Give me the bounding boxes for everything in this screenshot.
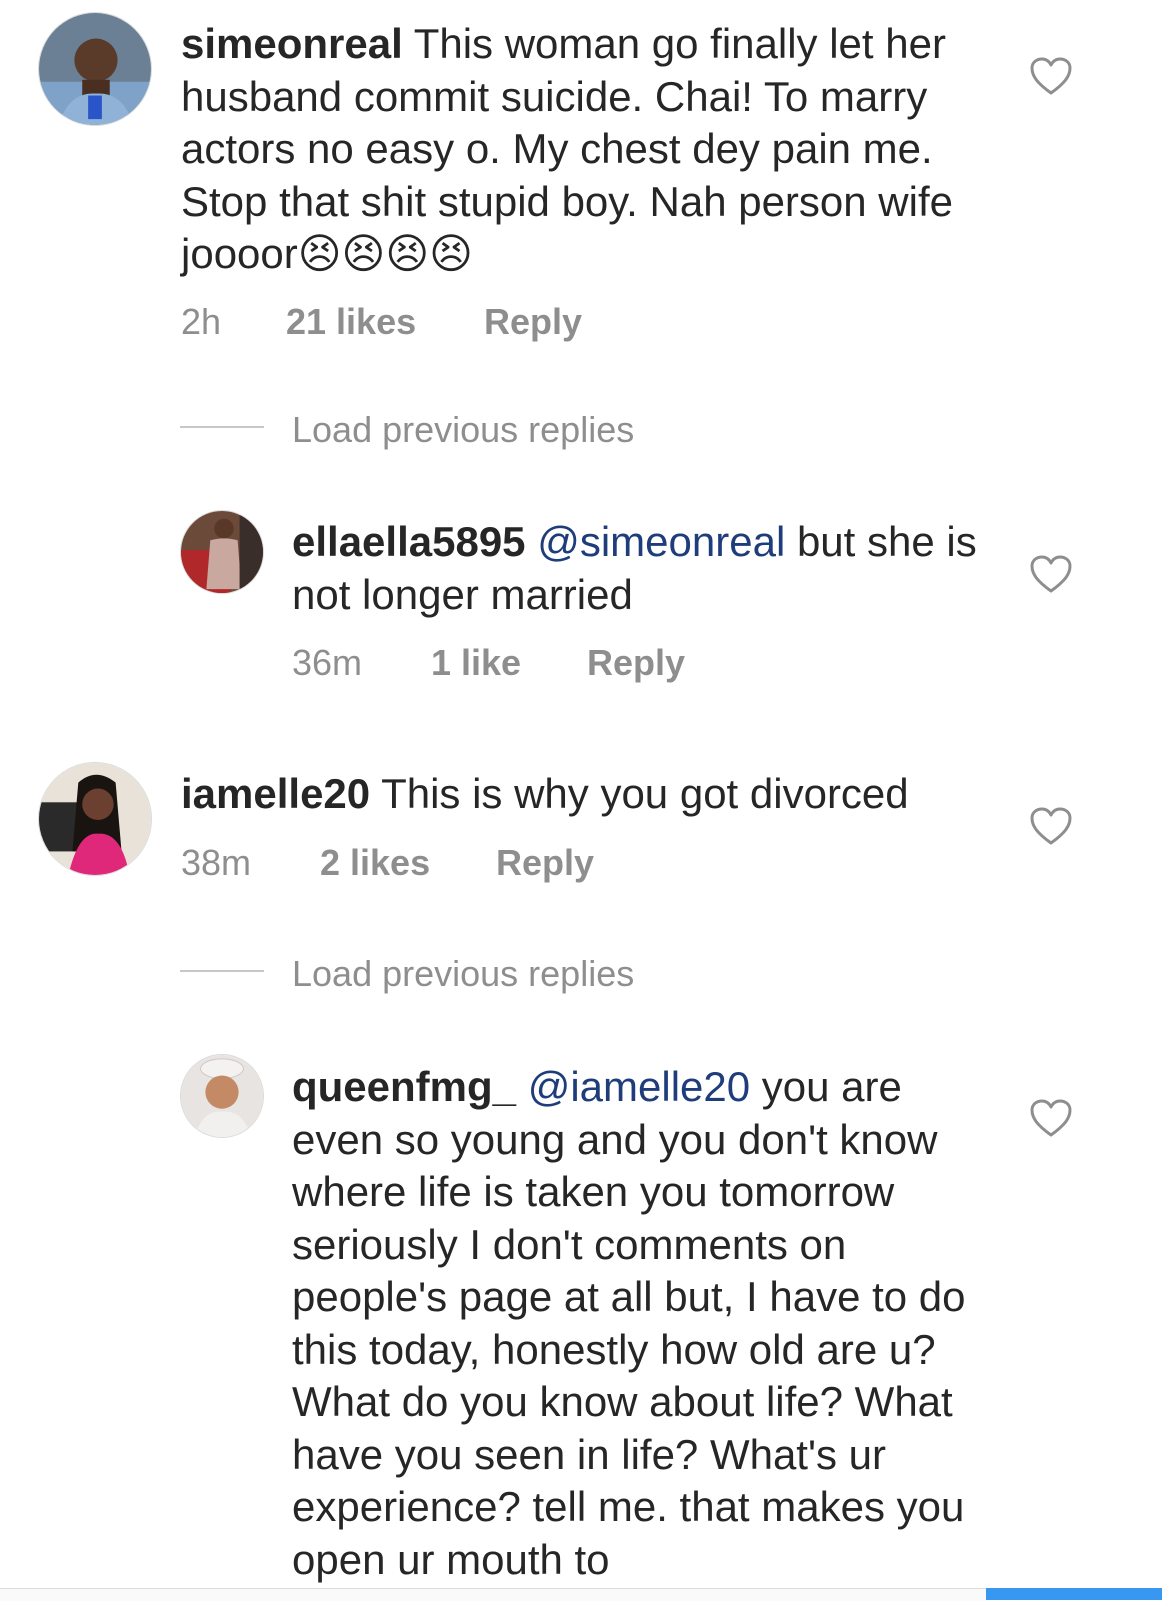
heart-outline-icon[interactable] [1029,554,1073,594]
divider [180,426,264,428]
comment-mention[interactable]: @simeonreal [537,518,785,565]
comment-time: 38m [181,842,252,883]
load-previous-replies[interactable]: Load previous replies [180,410,780,450]
heart-outline-icon[interactable] [1029,806,1073,846]
comments-list: simeonreal This woman go finally let her… [0,0,1162,1588]
heart-outline-icon[interactable] [1029,1098,1073,1138]
comment-username[interactable]: iamelle20 [181,770,370,817]
comment-meta: 38m 2 likes Reply [181,843,781,883]
avatar-queenfmg[interactable] [180,1054,264,1138]
comment-meta: 2h 21 likes Reply [181,302,781,342]
comment-username[interactable]: simeonreal [181,20,403,67]
avatar-iamelle20[interactable] [38,762,152,876]
comment-likes[interactable]: 2 likes [320,843,430,883]
comment-username[interactable]: ellaella5895 [292,518,526,565]
comment-text: you are even so young and you don't know… [292,1063,966,1583]
comment-mention[interactable]: @iamelle20 [528,1063,750,1110]
comment-likes[interactable]: 1 like [431,643,521,683]
comment-meta: 36m 1 like Reply [292,643,892,683]
comment-username[interactable]: queenfmg_ [292,1063,516,1110]
load-previous-replies[interactable]: Load previous replies [180,954,780,994]
comment-time: 2h [181,301,222,342]
comment-text: This is why you got divorced [381,770,909,817]
reply-button[interactable]: Reply [587,643,685,683]
comment-body: iamelle20 This is why you got divorced [181,768,1001,821]
comment-time: 36m [292,642,363,683]
comment-body: simeonreal This woman go finally let her… [181,18,1001,281]
load-previous-label[interactable]: Load previous replies [292,410,634,450]
avatar-simeonreal[interactable] [38,12,152,126]
comment-body: queenfmg_ @iamelle20 you are even so you… [292,1061,992,1586]
heart-outline-icon[interactable] [1029,56,1073,96]
comment-likes[interactable]: 21 likes [286,302,416,342]
avatar-ellaella5895[interactable] [180,510,264,594]
divider [180,970,264,972]
bottom-accent[interactable] [986,1588,1162,1600]
reply-button[interactable]: Reply [496,843,594,883]
reply-button[interactable]: Reply [484,302,582,342]
comment-body: ellaella5895 @simeonreal but she is not … [292,516,992,621]
load-previous-label[interactable]: Load previous replies [292,954,634,994]
